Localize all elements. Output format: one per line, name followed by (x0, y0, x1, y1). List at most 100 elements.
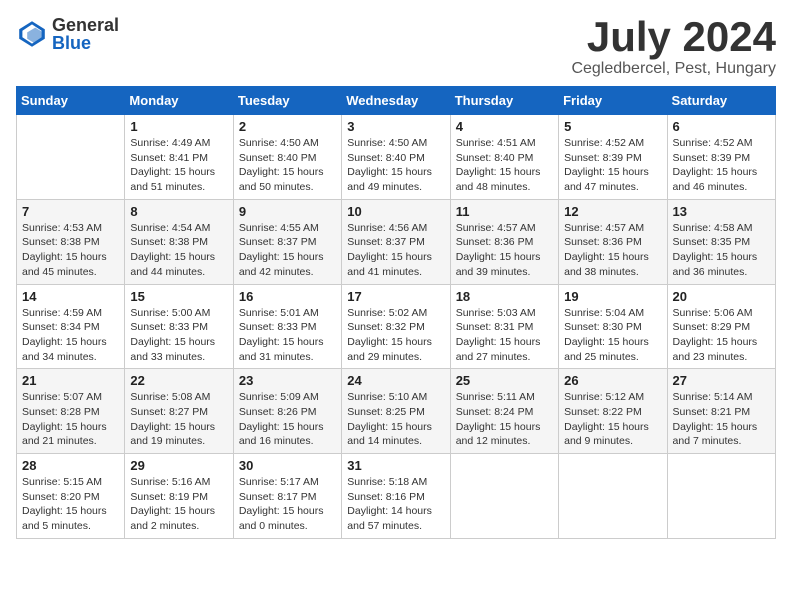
calendar-cell: 18Sunrise: 5:03 AM Sunset: 8:31 PM Dayli… (450, 284, 558, 369)
main-title: July 2024 (571, 16, 776, 58)
calendar-cell: 5 Sunrise: 4:52 AM Sunset: 8:39 PM Daylig… (559, 115, 667, 200)
weekday-header-friday: Friday (559, 87, 667, 115)
day-number: 27 (673, 373, 770, 388)
day-number: 28 (22, 458, 119, 473)
calendar-cell: 23 Sunrise: 5:09 AM Sunset: 8:26 PM Dayli… (233, 369, 341, 454)
day-number: 13 (673, 204, 770, 219)
day-number: 24 (347, 373, 444, 388)
day-info: Sunrise: 4:52 AM Sunset: 8:39 PM Dayligh… (564, 136, 661, 195)
calendar-table: SundayMondayTuesdayWednesdayThursdayFrid… (16, 86, 776, 539)
day-info: Sunrise: 5:15 AM Sunset: 8:20 PM Dayligh… (22, 475, 119, 534)
logo-icon (16, 18, 48, 50)
day-number: 21 (22, 373, 119, 388)
calendar-cell: 31 Sunrise: 5:18 AM Sunset: 8:16 PM Dayli… (342, 454, 450, 539)
day-info: Sunrise: 5:17 AM Sunset: 8:17 PM Dayligh… (239, 475, 336, 534)
day-info: Sunrise: 4:53 AM Sunset: 8:38 PM Dayligh… (22, 221, 119, 280)
day-info: Sunrise: 5:01 AM Sunset: 8:33 PM Dayligh… (239, 306, 336, 365)
weekday-header-row: SundayMondayTuesdayWednesdayThursdayFrid… (17, 87, 776, 115)
page-header: General Blue July 2024 Cegledbercel, Pes… (16, 16, 776, 78)
day-info: Sunrise: 5:18 AM Sunset: 8:16 PM Dayligh… (347, 475, 444, 534)
calendar-cell (559, 454, 667, 539)
day-info: Sunrise: 5:07 AM Sunset: 8:28 PM Dayligh… (22, 390, 119, 449)
day-number: 8 (130, 204, 227, 219)
calendar-cell: 7 Sunrise: 4:53 AM Sunset: 8:38 PM Daylig… (17, 199, 125, 284)
calendar-cell: 11 Sunrise: 4:57 AM Sunset: 8:36 PM Dayli… (450, 199, 558, 284)
calendar-cell: 8Sunrise: 4:54 AM Sunset: 8:38 PM Daylig… (125, 199, 233, 284)
day-number: 9 (239, 204, 336, 219)
calendar-cell: 20Sunrise: 5:06 AM Sunset: 8:29 PM Dayli… (667, 284, 775, 369)
calendar-cell: 2 Sunrise: 4:50 AM Sunset: 8:40 PM Daylig… (233, 115, 341, 200)
day-info: Sunrise: 4:55 AM Sunset: 8:37 PM Dayligh… (239, 221, 336, 280)
day-number: 2 (239, 119, 336, 134)
day-info: Sunrise: 4:57 AM Sunset: 8:36 PM Dayligh… (456, 221, 553, 280)
day-number: 12 (564, 204, 661, 219)
day-info: Sunrise: 5:12 AM Sunset: 8:22 PM Dayligh… (564, 390, 661, 449)
day-info: Sunrise: 4:58 AM Sunset: 8:35 PM Dayligh… (673, 221, 770, 280)
day-number: 10 (347, 204, 444, 219)
calendar-cell: 6 Sunrise: 4:52 AM Sunset: 8:39 PM Daylig… (667, 115, 775, 200)
day-info: Sunrise: 5:10 AM Sunset: 8:25 PM Dayligh… (347, 390, 444, 449)
calendar-cell: 29Sunrise: 5:16 AM Sunset: 8:19 PM Dayli… (125, 454, 233, 539)
day-number: 7 (22, 204, 119, 219)
day-info: Sunrise: 4:59 AM Sunset: 8:34 PM Dayligh… (22, 306, 119, 365)
calendar-cell: 27 Sunrise: 5:14 AM Sunset: 8:21 PM Dayli… (667, 369, 775, 454)
day-number: 19 (564, 289, 661, 304)
day-info: Sunrise: 5:08 AM Sunset: 8:27 PM Dayligh… (130, 390, 227, 449)
calendar-cell: 16 Sunrise: 5:01 AM Sunset: 8:33 PM Dayli… (233, 284, 341, 369)
day-number: 3 (347, 119, 444, 134)
day-number: 4 (456, 119, 553, 134)
calendar-cell: 13 Sunrise: 4:58 AM Sunset: 8:35 PM Dayli… (667, 199, 775, 284)
calendar-cell: 28 Sunrise: 5:15 AM Sunset: 8:20 PM Dayli… (17, 454, 125, 539)
logo-text: General Blue (52, 16, 119, 52)
weekday-header-monday: Monday (125, 87, 233, 115)
day-info: Sunrise: 4:57 AM Sunset: 8:36 PM Dayligh… (564, 221, 661, 280)
day-info: Sunrise: 4:49 AM Sunset: 8:41 PM Dayligh… (130, 136, 227, 195)
calendar-cell: 12 Sunrise: 4:57 AM Sunset: 8:36 PM Dayli… (559, 199, 667, 284)
weekday-header-thursday: Thursday (450, 87, 558, 115)
calendar-cell: 17Sunrise: 5:02 AM Sunset: 8:32 PM Dayli… (342, 284, 450, 369)
day-number: 5 (564, 119, 661, 134)
logo-general-text: General (52, 16, 119, 34)
day-info: Sunrise: 4:56 AM Sunset: 8:37 PM Dayligh… (347, 221, 444, 280)
day-number: 31 (347, 458, 444, 473)
calendar-week-row: 28 Sunrise: 5:15 AM Sunset: 8:20 PM Dayli… (17, 454, 776, 539)
day-number: 11 (456, 204, 553, 219)
calendar-cell: 24 Sunrise: 5:10 AM Sunset: 8:25 PM Dayli… (342, 369, 450, 454)
calendar-week-row: 7 Sunrise: 4:53 AM Sunset: 8:38 PM Daylig… (17, 199, 776, 284)
calendar-cell (667, 454, 775, 539)
weekday-header-sunday: Sunday (17, 87, 125, 115)
day-info: Sunrise: 5:11 AM Sunset: 8:24 PM Dayligh… (456, 390, 553, 449)
title-block: July 2024 Cegledbercel, Pest, Hungary (571, 16, 776, 78)
day-number: 16 (239, 289, 336, 304)
day-info: Sunrise: 5:16 AM Sunset: 8:19 PM Dayligh… (130, 475, 227, 534)
calendar-cell: 30Sunrise: 5:17 AM Sunset: 8:17 PM Dayli… (233, 454, 341, 539)
day-info: Sunrise: 4:50 AM Sunset: 8:40 PM Dayligh… (239, 136, 336, 195)
day-info: Sunrise: 5:03 AM Sunset: 8:31 PM Dayligh… (456, 306, 553, 365)
weekday-header-tuesday: Tuesday (233, 87, 341, 115)
calendar-cell: 21 Sunrise: 5:07 AM Sunset: 8:28 PM Dayli… (17, 369, 125, 454)
logo: General Blue (16, 16, 119, 52)
day-info: Sunrise: 5:14 AM Sunset: 8:21 PM Dayligh… (673, 390, 770, 449)
calendar-week-row: 21 Sunrise: 5:07 AM Sunset: 8:28 PM Dayli… (17, 369, 776, 454)
day-number: 17 (347, 289, 444, 304)
calendar-cell: 9 Sunrise: 4:55 AM Sunset: 8:37 PM Daylig… (233, 199, 341, 284)
day-info: Sunrise: 4:52 AM Sunset: 8:39 PM Dayligh… (673, 136, 770, 195)
calendar-cell: 1 Sunrise: 4:49 AM Sunset: 8:41 PM Daylig… (125, 115, 233, 200)
day-info: Sunrise: 4:51 AM Sunset: 8:40 PM Dayligh… (456, 136, 553, 195)
day-number: 1 (130, 119, 227, 134)
calendar-cell: 14 Sunrise: 4:59 AM Sunset: 8:34 PM Dayli… (17, 284, 125, 369)
day-info: Sunrise: 5:09 AM Sunset: 8:26 PM Dayligh… (239, 390, 336, 449)
day-number: 22 (130, 373, 227, 388)
calendar-cell (17, 115, 125, 200)
calendar-week-row: 14 Sunrise: 4:59 AM Sunset: 8:34 PM Dayli… (17, 284, 776, 369)
logo-blue-text: Blue (52, 34, 119, 52)
calendar-cell: 15Sunrise: 5:00 AM Sunset: 8:33 PM Dayli… (125, 284, 233, 369)
calendar-cell: 25Sunrise: 5:11 AM Sunset: 8:24 PM Dayli… (450, 369, 558, 454)
day-number: 6 (673, 119, 770, 134)
day-number: 23 (239, 373, 336, 388)
calendar-cell: 26Sunrise: 5:12 AM Sunset: 8:22 PM Dayli… (559, 369, 667, 454)
day-number: 15 (130, 289, 227, 304)
day-number: 14 (22, 289, 119, 304)
day-number: 20 (673, 289, 770, 304)
calendar-week-row: 1 Sunrise: 4:49 AM Sunset: 8:41 PM Daylig… (17, 115, 776, 200)
